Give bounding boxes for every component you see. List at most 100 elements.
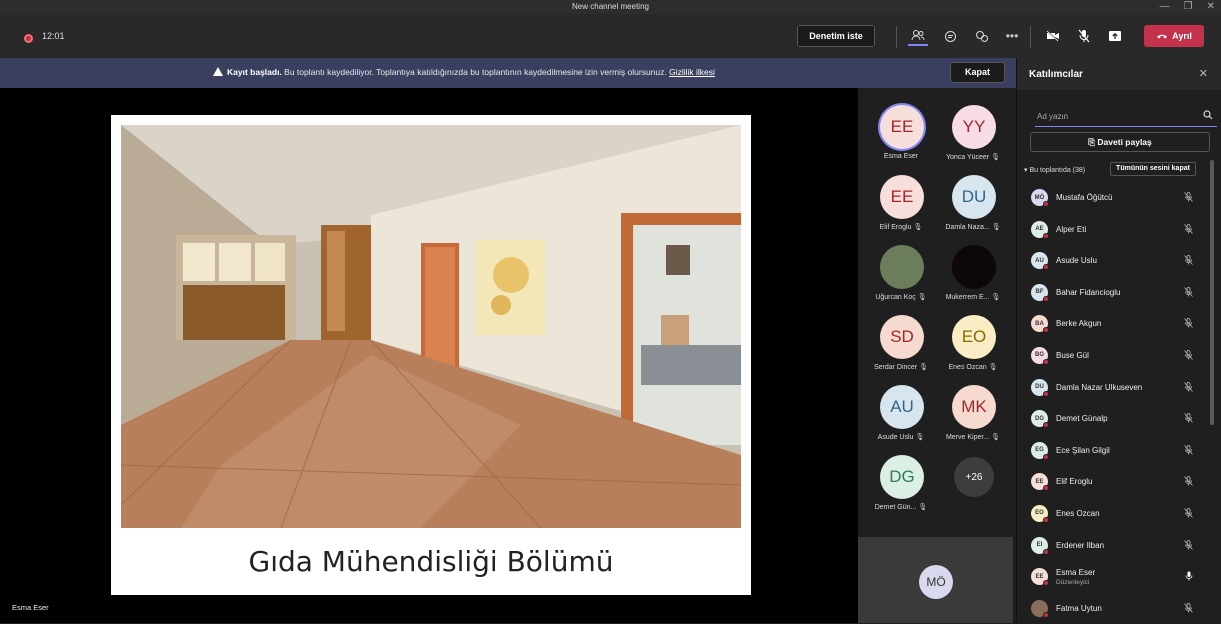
participant-row[interactable]: DU Damla Nazar Ulkuseven bbox=[1017, 372, 1209, 404]
avatar-initials: BA bbox=[1035, 320, 1044, 327]
participant-name: Esma Eser bbox=[1056, 568, 1096, 578]
search-input[interactable] bbox=[1035, 106, 1195, 127]
participant-name: Mustafa Öğütcü bbox=[1056, 193, 1113, 202]
privacy-policy-link[interactable]: Gizlilik ilkesi bbox=[669, 67, 715, 77]
participant-name: Damla Nazar Ulkuseven bbox=[1056, 382, 1143, 392]
video-tile[interactable]: MK Merve Kiper... 🎙 bbox=[937, 377, 1009, 447]
participant-row[interactable]: EO Enes Ozcan bbox=[1017, 498, 1209, 530]
participant-name-text: Yonca Yüceer bbox=[945, 154, 990, 161]
muted-mic-icon: 🎙 bbox=[991, 294, 1001, 301]
video-tile[interactable]: YY Yonca Yüceer 🎙 bbox=[937, 97, 1009, 167]
participants-panel: Katılımcılar ✕ ⎘ Daveti paylaş ▾ Bu topl… bbox=[1016, 58, 1221, 623]
participants-icon[interactable] bbox=[908, 26, 928, 46]
camera-off-icon[interactable] bbox=[1043, 26, 1063, 46]
meeting-timer: 12:01 bbox=[42, 31, 65, 41]
video-tile[interactable]: EE Elif Eroglu 🎙 bbox=[865, 167, 937, 237]
mic-muted-icon bbox=[1184, 255, 1193, 267]
participant-avatar: YY bbox=[952, 105, 996, 149]
video-tile[interactable]: DG Demet Gün... 🎙 bbox=[865, 447, 937, 517]
participant-name: Bahar Fidancioglu bbox=[1056, 287, 1121, 297]
participant-name: Yonca Yüceer 🎙 bbox=[937, 153, 1009, 161]
participant-row[interactable]: EI Erdener Ilban bbox=[1017, 530, 1209, 562]
leave-button[interactable]: Ayrıl bbox=[1144, 25, 1204, 47]
maximize-icon[interactable]: ❐ bbox=[1184, 1, 1193, 12]
in-meeting-section[interactable]: ▾ Bu toplantıda (38) Tümünün sesini kapa… bbox=[1020, 162, 1215, 177]
participant-name: Buse Gül bbox=[1056, 350, 1089, 360]
participant-row[interactable]: Fatma Uytun bbox=[1017, 593, 1209, 624]
mic-muted-icon bbox=[1184, 318, 1193, 330]
share-invite-button[interactable]: ⎘ Daveti paylaş bbox=[1030, 132, 1210, 152]
self-avatar: MÖ bbox=[919, 565, 953, 599]
presentation-slide: Gıda Mühendisliği Bölümü bbox=[111, 115, 751, 595]
participant-name-text: Damla Naza... bbox=[945, 224, 990, 231]
participant-name: Asude Uslu bbox=[1056, 256, 1097, 266]
dismiss-banner-button[interactable]: Kapat bbox=[950, 62, 1005, 83]
video-tile[interactable]: EO Enes Ozcan 🎙 bbox=[937, 307, 1009, 377]
mute-all-button[interactable]: Tümünün sesini kapat bbox=[1110, 162, 1196, 176]
panel-title: Katılımcılar bbox=[1029, 69, 1083, 80]
participant-name: Damla Naza... 🎙 bbox=[937, 223, 1009, 231]
presence-status-icon bbox=[1043, 264, 1049, 271]
video-tile[interactable]: AU Asude Uslu 🎙 bbox=[865, 377, 937, 447]
participant-role: Düzenleyici bbox=[1056, 579, 1090, 587]
participant-name-text: Merve Kiper... bbox=[945, 434, 990, 441]
window-titlebar: New channel meeting — ❐ ✕ bbox=[0, 0, 1221, 14]
participant-row[interactable]: EE Esma Eser Düzenleyici bbox=[1017, 561, 1209, 593]
participant-name: Elif Eroglu bbox=[1056, 477, 1093, 487]
video-tile[interactable]: DU Damla Naza... 🎙 bbox=[937, 167, 1009, 237]
more-options-icon[interactable]: ••• bbox=[1002, 26, 1022, 46]
muted-mic-icon: 🎙 bbox=[991, 224, 1001, 231]
avatar-initials: BF bbox=[1035, 289, 1044, 296]
video-tile[interactable]: Uğurcan Koç 🎙 bbox=[865, 237, 937, 307]
avatar-initials: EE bbox=[1035, 478, 1044, 485]
shared-content-stage: Gıda Mühendisliği Bölümü Esma Eser bbox=[0, 88, 858, 623]
close-window-icon[interactable]: ✕ bbox=[1207, 1, 1215, 12]
video-tile[interactable]: SD Serdar Dincer 🎙 bbox=[865, 307, 937, 377]
minimize-icon[interactable]: — bbox=[1160, 1, 1170, 12]
participant-name: Enes Ozcan bbox=[1056, 508, 1100, 518]
avatar-initials: AE bbox=[1035, 226, 1044, 233]
participant-avatar: EE bbox=[880, 175, 924, 219]
participant-row[interactable]: EE Elif Eroglu bbox=[1017, 466, 1209, 498]
participant-name-text: Demet Gün... bbox=[874, 504, 917, 511]
participant-name: Fatma Uytun bbox=[1056, 603, 1102, 613]
participant-row[interactable]: AE Alper Eti bbox=[1017, 214, 1209, 246]
participant-avatar: DU bbox=[952, 175, 996, 219]
close-panel-icon[interactable]: ✕ bbox=[1199, 67, 1208, 80]
muted-mic-icon: 🎙 bbox=[913, 224, 923, 231]
participant-name-text: Enes Ozcan bbox=[948, 364, 987, 371]
avatar-initials: EO bbox=[1035, 510, 1044, 517]
participant-row[interactable]: BG Buse Gül bbox=[1017, 340, 1209, 372]
muted-mic-icon: 🎙 bbox=[988, 364, 998, 371]
participant-name: Alper Eti bbox=[1056, 224, 1087, 234]
toolbar-divider bbox=[896, 26, 897, 48]
participant-row[interactable]: BF Bahar Fidancioglu bbox=[1017, 277, 1209, 309]
self-video-preview[interactable]: MÖ bbox=[858, 537, 1013, 623]
presence-status-icon bbox=[1043, 295, 1049, 302]
mic-muted-icon bbox=[1184, 444, 1193, 457]
presence-status-icon bbox=[1043, 611, 1049, 618]
avatar-initials: BG bbox=[1035, 352, 1044, 359]
video-tile[interactable]: +26 bbox=[937, 447, 1009, 517]
participant-row[interactable]: BA Berke Akgun bbox=[1017, 308, 1209, 340]
participant-row[interactable]: EG Ece Şilan Gilgil bbox=[1017, 435, 1209, 467]
reactions-icon[interactable] bbox=[972, 26, 992, 46]
participant-list-scrollbar[interactable] bbox=[1210, 160, 1214, 425]
mic-muted-icon bbox=[1184, 350, 1193, 362]
chat-icon[interactable] bbox=[940, 26, 960, 46]
share-icon: ⎘ bbox=[1088, 137, 1096, 147]
video-tile[interactable]: Mukerrem E... 🎙 bbox=[937, 237, 1009, 307]
participant-avatar: DG bbox=[880, 455, 924, 499]
participant-avatar bbox=[880, 245, 924, 289]
participant-row[interactable]: AU Asude Uslu bbox=[1017, 245, 1209, 277]
participant-row[interactable]: MÖ Mustafa Öğütcü bbox=[1017, 182, 1209, 214]
video-tile[interactable]: EE Esma Eser bbox=[865, 97, 937, 167]
hallway-photo bbox=[121, 125, 741, 528]
share-screen-icon[interactable] bbox=[1105, 26, 1125, 46]
request-control-button[interactable]: Denetim iste bbox=[797, 25, 875, 47]
mic-off-icon[interactable] bbox=[1074, 26, 1094, 46]
participant-row[interactable]: DG Demet Günalp bbox=[1017, 403, 1209, 435]
avatar-initials: DG bbox=[1035, 415, 1044, 422]
search-icon[interactable] bbox=[1203, 110, 1213, 122]
toolbar-divider bbox=[1030, 26, 1031, 48]
